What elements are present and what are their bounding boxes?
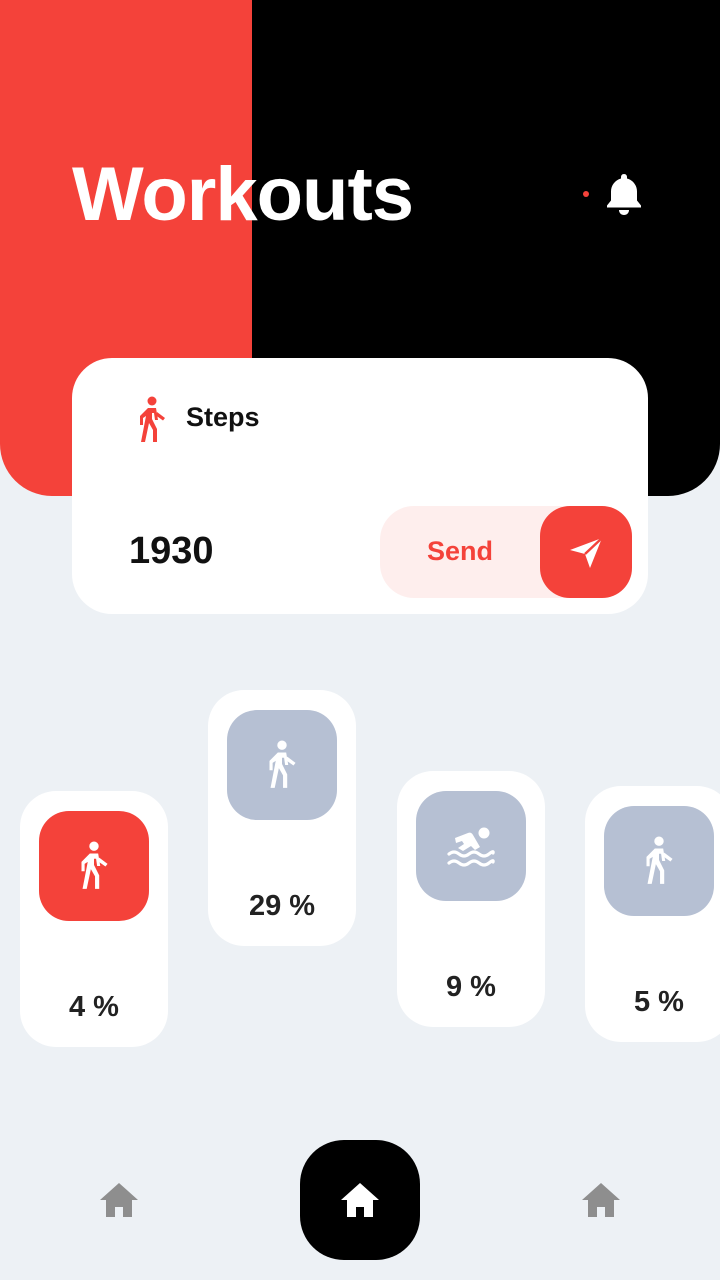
activity-card-walking-1[interactable]: 4 % bbox=[20, 791, 168, 1047]
activity-icon-tile bbox=[39, 811, 149, 921]
walking-icon bbox=[74, 841, 114, 891]
activity-card-walking-3[interactable]: 5 % bbox=[585, 786, 720, 1042]
walking-icon bbox=[262, 740, 302, 790]
activity-icon-tile bbox=[604, 806, 714, 916]
steps-value: 1930 bbox=[129, 530, 214, 572]
activity-card-swimming[interactable]: 9 % bbox=[397, 771, 545, 1027]
activity-icon-tile bbox=[227, 710, 337, 820]
home-icon bbox=[340, 1180, 380, 1220]
send-icon bbox=[570, 537, 603, 568]
steps-card: Steps 1930 Send bbox=[72, 358, 648, 614]
nav-home-icon-left[interactable] bbox=[99, 1180, 139, 1220]
bell-icon[interactable] bbox=[604, 172, 644, 216]
activity-percent: 5 % bbox=[634, 986, 684, 1018]
activity-percent: 4 % bbox=[69, 991, 119, 1023]
page-title: Workouts bbox=[72, 152, 414, 237]
walking-icon bbox=[134, 396, 170, 444]
send-button[interactable]: Send bbox=[380, 506, 632, 598]
activity-percent: 29 % bbox=[248, 890, 316, 922]
swimming-icon bbox=[447, 824, 495, 868]
nav-home-button[interactable] bbox=[300, 1140, 420, 1260]
activity-card-walking-2[interactable]: 29 % bbox=[208, 690, 356, 946]
notification-dot bbox=[583, 191, 589, 197]
nav-home-icon-right[interactable] bbox=[581, 1180, 621, 1220]
steps-label: Steps bbox=[186, 402, 260, 432]
activity-icon-tile bbox=[416, 791, 526, 901]
send-icon-button[interactable] bbox=[540, 506, 632, 598]
send-label: Send bbox=[427, 536, 494, 566]
walking-icon bbox=[639, 836, 679, 886]
activity-percent: 9 % bbox=[446, 971, 496, 1003]
